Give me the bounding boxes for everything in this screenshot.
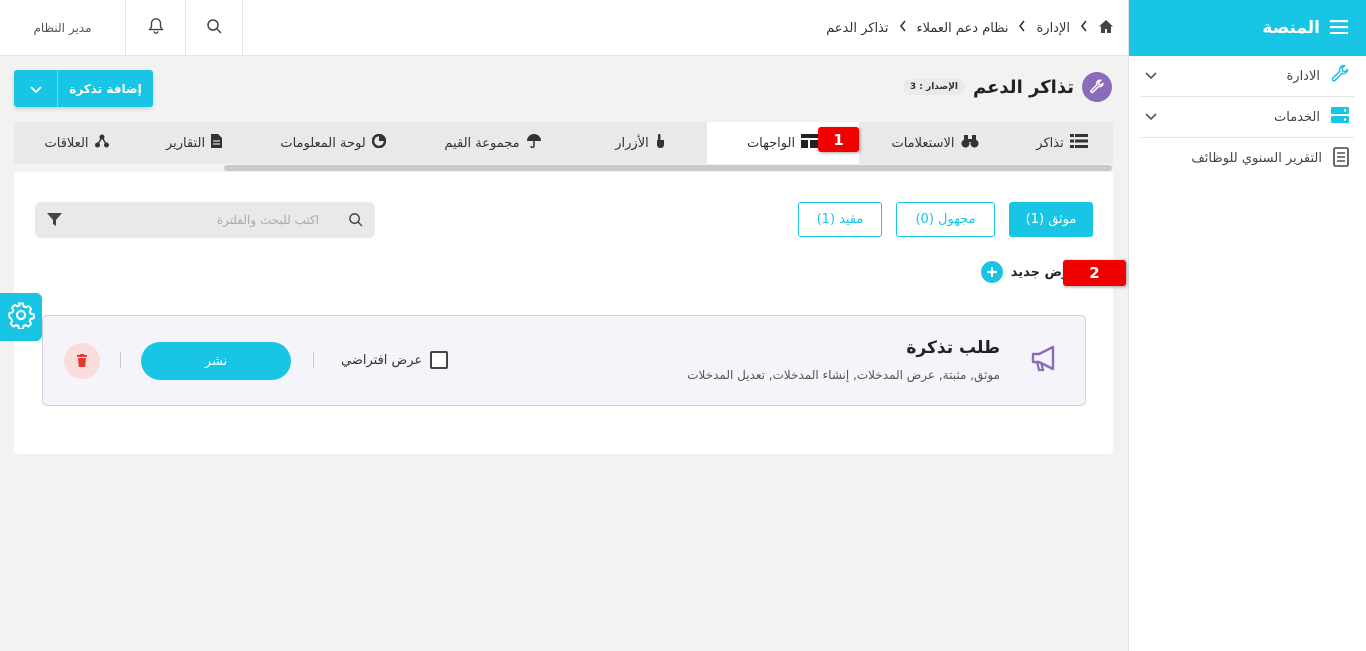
add-ticket-label: إضافة تذكرة	[69, 81, 142, 96]
breadcrumb-item-admin[interactable]: الإدارة	[1036, 21, 1070, 36]
annotation-marker-1: 1	[818, 127, 859, 152]
top-bar: مدير النظام الإدارة نظام دعم العملاء تذا…	[0, 0, 1128, 56]
checkbox[interactable]	[430, 351, 449, 369]
megaphone-icon	[1029, 343, 1059, 377]
sidebar-item-services[interactable]: الخدمات	[1141, 97, 1354, 138]
user-menu[interactable]: مدير النظام	[0, 0, 126, 56]
default-view-label: عرض افتراضي	[341, 352, 423, 368]
card-title: طلب تذكرة	[906, 338, 1000, 358]
divider	[120, 352, 121, 368]
filter-trusted-button[interactable]: موثق (1)	[1009, 202, 1093, 237]
gear-icon	[7, 301, 35, 333]
divider	[313, 352, 314, 368]
search-icon	[206, 18, 222, 38]
view-card: طلب تذكرة موثق, مثبتة, عرض المدخلات, إنش…	[42, 315, 1086, 406]
tab-buttons[interactable]: الأزرار	[573, 122, 707, 164]
breadcrumb-item-support-system[interactable]: نظام دعم العملاء	[917, 21, 1009, 36]
chevron-left-icon	[1018, 20, 1026, 36]
chevron-left-icon	[1080, 20, 1088, 36]
binoculars-icon	[961, 134, 979, 152]
tab-bar: تذاكر الاستعلامات الواجهات الأزرار مجموع…	[14, 122, 1113, 164]
chevron-down-icon	[29, 79, 42, 98]
tab-label: لوحة المعلومات	[280, 135, 366, 151]
sidebar-item-admin[interactable]: الادارة	[1141, 56, 1354, 97]
file-icon	[211, 134, 223, 152]
card-subtitle: موثق, مثبتة, عرض المدخلات, إنشاء المدخلا…	[687, 368, 1000, 382]
page-header: تذاكر الدعم الإصدار : 3	[902, 72, 1112, 102]
search-icon	[348, 212, 363, 231]
publish-button[interactable]: نشر	[141, 342, 291, 380]
sidebar-item-annual-report[interactable]: التقرير السنوي للوظائف	[1141, 138, 1354, 179]
breadcrumb-item-current: تذاكر الدعم	[826, 20, 889, 36]
interfaces-panel: موثق (1) مجهول (0) مقيد (1) عرض جديد طلب…	[14, 172, 1113, 454]
sidebar-item-label: الادارة	[1286, 68, 1320, 84]
settings-button[interactable]	[0, 293, 42, 341]
search-input[interactable]	[89, 213, 319, 227]
sidebar-item-label: الخدمات	[1274, 109, 1320, 125]
tab-relations[interactable]: العلاقات	[18, 122, 135, 164]
tab-queries[interactable]: الاستعلامات	[859, 122, 1011, 164]
tabs-scrollbar[interactable]	[224, 165, 1112, 171]
document-icon	[1332, 146, 1350, 171]
search-button[interactable]	[186, 0, 243, 56]
chevron-down-icon	[1145, 110, 1157, 124]
server-icon	[1330, 105, 1350, 129]
tab-label: مجموعة القيم	[444, 135, 520, 151]
plus-icon	[980, 261, 1003, 283]
filter-unknown-button[interactable]: مجهول (0)	[896, 202, 995, 237]
wrench-icon	[1330, 64, 1350, 88]
filter-icon[interactable]	[47, 212, 62, 231]
tab-label: الاستعلامات	[891, 135, 955, 151]
annotation-marker-2: 2	[1063, 260, 1126, 286]
tab-label: العلاقات	[44, 135, 89, 151]
page-title: تذاكر الدعم	[973, 76, 1074, 98]
tab-label: الأزرار	[615, 135, 649, 151]
tab-label: الواجهات	[746, 135, 796, 151]
tab-tickets[interactable]: تذاكر	[1011, 122, 1113, 164]
dropdown-toggle[interactable]	[14, 70, 58, 107]
dashboard-icon	[371, 133, 386, 152]
tab-dashboard[interactable]: لوحة المعلومات	[253, 122, 413, 164]
version-badge: الإصدار : 3	[902, 79, 965, 95]
chevron-down-icon	[1145, 69, 1157, 83]
wrench-icon	[1082, 72, 1112, 102]
breadcrumb: الإدارة نظام دعم العملاء تذاكر الدعم	[826, 0, 1114, 56]
delete-button[interactable]	[64, 343, 100, 379]
layout-icon	[801, 134, 820, 152]
notifications-button[interactable]	[126, 0, 186, 56]
menu-icon[interactable]	[1330, 19, 1348, 38]
sidebar-title: المنصة	[1262, 18, 1320, 38]
bell-icon	[147, 17, 165, 39]
search-bar	[35, 202, 375, 238]
user-name: مدير النظام	[33, 21, 92, 35]
sidebar-header: المنصة	[1129, 0, 1366, 56]
pointer-icon	[655, 134, 665, 152]
default-view-checkbox[interactable]: عرض افتراضي	[341, 351, 449, 369]
tab-label: التقارير	[165, 135, 206, 151]
trash-icon	[77, 352, 87, 371]
filter-restricted-button[interactable]: مقيد (1)	[798, 202, 882, 237]
sidebar: المنصة الادارة الخدمات التقرير السنوي لل…	[1128, 0, 1366, 651]
tab-reports[interactable]: التقارير	[135, 122, 253, 164]
tab-label: تذاكر	[1036, 135, 1064, 151]
sidebar-item-label: التقرير السنوي للوظائف	[1191, 151, 1322, 166]
add-ticket-button[interactable]: إضافة تذكرة	[14, 70, 153, 107]
sidebar-menu: الادارة الخدمات التقرير السنوي للوظائف	[1129, 56, 1366, 179]
network-icon	[94, 134, 109, 152]
chevron-left-icon	[899, 20, 907, 36]
tab-value-sets[interactable]: مجموعة القيم	[413, 122, 573, 164]
list-icon	[1069, 134, 1088, 152]
home-icon[interactable]	[1098, 19, 1114, 38]
umbrella-icon	[526, 134, 542, 152]
